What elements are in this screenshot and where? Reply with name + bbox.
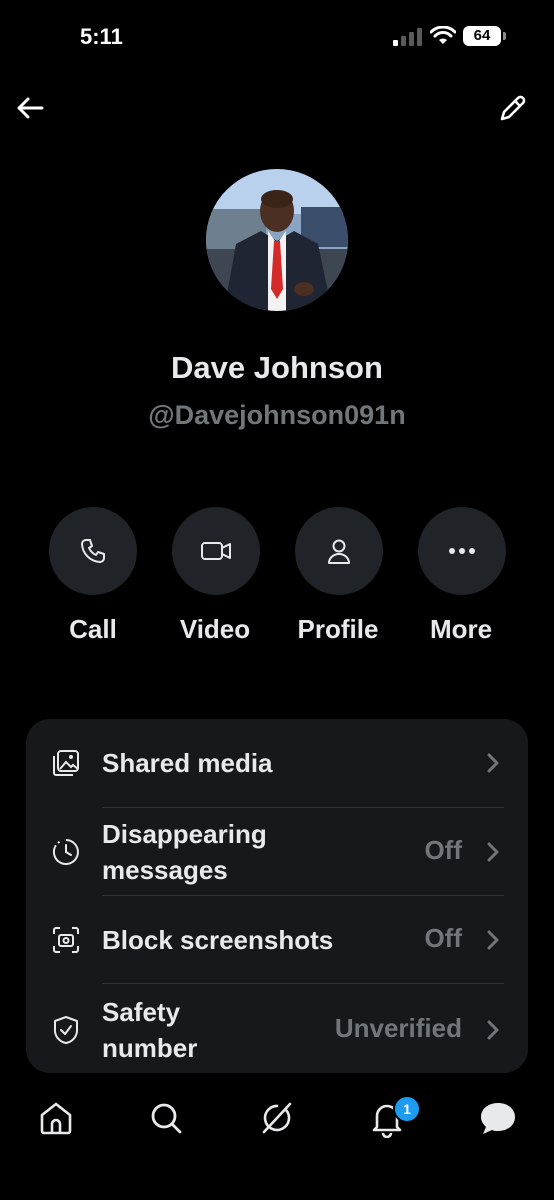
chevron-right-icon xyxy=(487,842,499,862)
chevron-right-icon xyxy=(487,930,499,950)
disappearing-messages-value: Off xyxy=(424,835,462,865)
phone-icon xyxy=(81,539,105,563)
profile-handle: @Davejohnson091n xyxy=(148,400,406,430)
shield-check-icon xyxy=(53,1016,79,1044)
chevron-right-icon xyxy=(487,1020,499,1040)
chevron-right-icon xyxy=(487,753,499,773)
status-time: 5:11 xyxy=(80,24,123,49)
shared-media-icon xyxy=(53,750,79,776)
home-icon[interactable] xyxy=(36,1098,76,1138)
search-icon[interactable] xyxy=(146,1098,186,1138)
screenshot-icon xyxy=(53,927,79,953)
safety-number-label: Safety number xyxy=(102,997,198,1063)
call-button[interactable] xyxy=(49,507,137,595)
timer-icon xyxy=(52,839,79,865)
wifi-icon xyxy=(430,26,456,44)
block-screenshots-value: Off xyxy=(424,923,462,953)
notification-badge: 1 xyxy=(393,1095,421,1123)
disappearing-messages-row[interactable]: Disappearing messages Off xyxy=(26,808,528,896)
conversation-settings-card: Shared media Disappearing messages Off B… xyxy=(26,719,528,1073)
more-button[interactable] xyxy=(418,507,506,595)
disappearing-messages-label: Disappearing messages xyxy=(102,819,267,885)
shared-media-row[interactable]: Shared media xyxy=(26,719,528,807)
more-dots-icon xyxy=(449,548,475,554)
grok-icon[interactable] xyxy=(256,1098,296,1138)
block-screenshots-row[interactable]: Block screenshots Off xyxy=(26,896,528,984)
back-arrow-icon[interactable] xyxy=(14,92,46,124)
safety-number-value: Unverified xyxy=(334,1013,462,1043)
block-screenshots-label: Block screenshots xyxy=(102,925,334,955)
more-label: More xyxy=(429,614,493,644)
signal-icon xyxy=(393,28,422,46)
messages-icon[interactable] xyxy=(478,1098,518,1138)
avatar xyxy=(206,169,348,311)
profile-label: Profile xyxy=(297,614,379,644)
video-camera-icon xyxy=(201,542,231,560)
profile-name: Dave Johnson xyxy=(171,350,383,385)
safety-number-row[interactable]: Safety number Unverified xyxy=(26,984,528,1073)
shared-media-label: Shared media xyxy=(102,748,273,778)
video-label: Video xyxy=(179,614,251,644)
call-label: Call xyxy=(69,614,117,644)
edit-pencil-icon[interactable] xyxy=(497,92,529,124)
battery-indicator: 64 xyxy=(463,26,506,46)
profile-button[interactable] xyxy=(295,507,383,595)
video-button[interactable] xyxy=(172,507,260,595)
person-icon xyxy=(328,539,350,564)
